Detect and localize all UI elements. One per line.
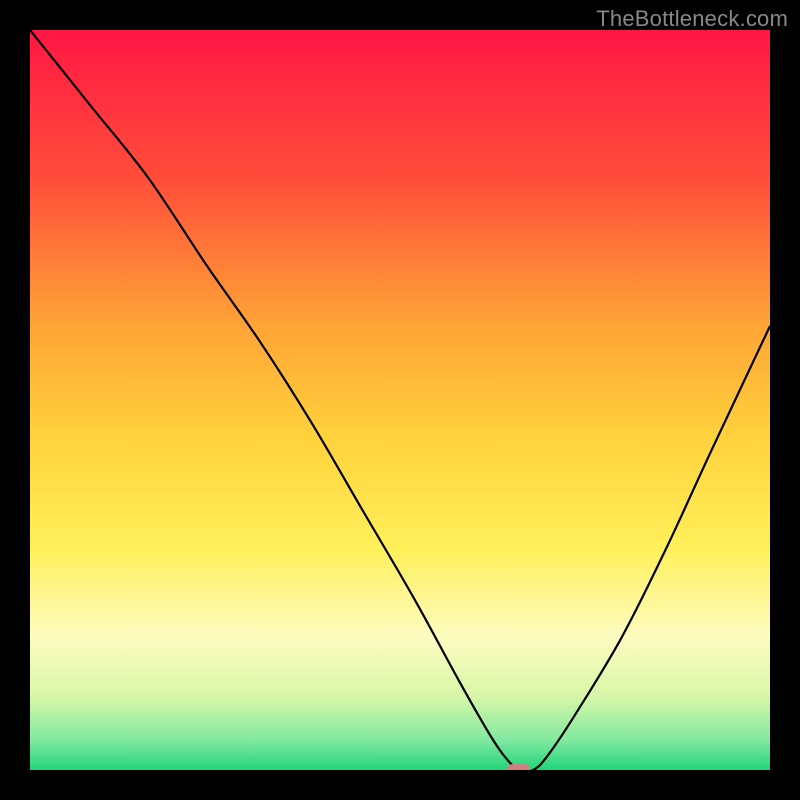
gradient-background — [30, 30, 770, 770]
plot-area — [30, 30, 770, 770]
watermark-label: TheBottleneck.com — [596, 6, 788, 32]
optimal-point-marker — [507, 764, 531, 770]
chart-svg — [30, 30, 770, 770]
chart-container: TheBottleneck.com — [0, 0, 800, 800]
